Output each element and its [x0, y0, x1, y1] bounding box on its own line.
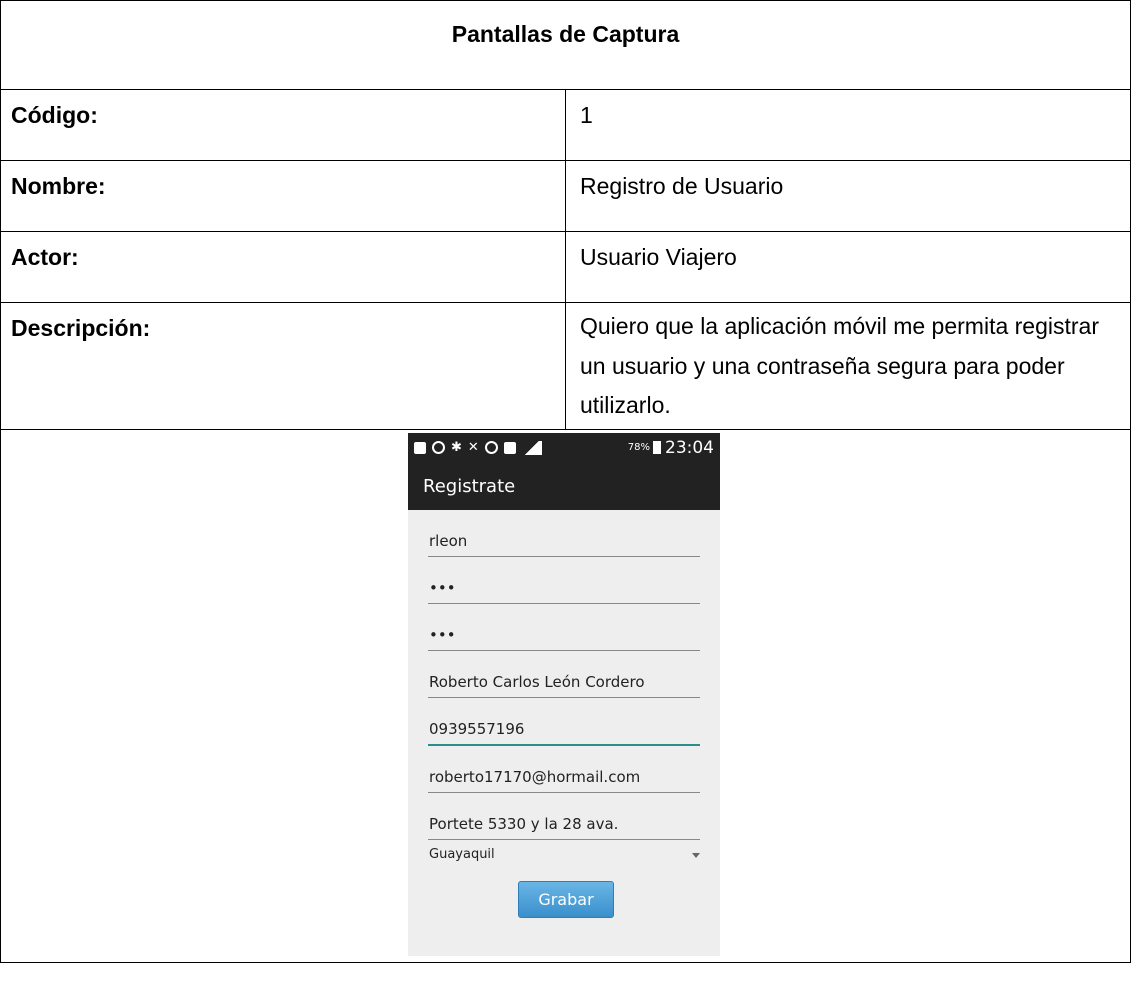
app-bar: Registrate — [408, 462, 720, 510]
register-form: rleon ••• ••• Roberto Carlos León Corder… — [408, 510, 720, 874]
actor-label: Actor: — [0, 231, 566, 303]
whatsapp-icon — [432, 441, 445, 454]
fullname-value: Roberto Carlos León Cordero — [429, 673, 645, 691]
actor-value: Usuario Viajero — [565, 231, 1131, 303]
address-field[interactable]: Portete 5330 y la 28 ava. — [428, 793, 700, 840]
confirm-password-value: ••• — [429, 626, 456, 644]
alarm-icon — [484, 441, 498, 454]
app-title: Registrate — [423, 475, 516, 497]
mute-icon: ✕ — [467, 440, 479, 455]
password-value: ••• — [429, 579, 456, 597]
battery-icon — [653, 441, 661, 454]
name-label: Nombre: — [0, 160, 566, 232]
fullname-field[interactable]: Roberto Carlos León Cordero — [428, 651, 700, 698]
code-value: 1 — [565, 89, 1131, 161]
email-value: roberto17170@hormail.com — [429, 768, 641, 786]
bluetooth-icon: ✱ — [451, 440, 462, 455]
dropdown-caret-icon — [692, 853, 700, 858]
signal-icon — [521, 440, 542, 455]
address-value: Portete 5330 y la 28 ava. — [429, 815, 619, 833]
city-select[interactable]: Guayaquil — [428, 840, 700, 874]
phone-field[interactable]: 0939557196 — [428, 698, 700, 746]
save-button[interactable]: Grabar — [518, 881, 614, 918]
city-select-value: Guayaquil — [429, 847, 495, 862]
status-icons: ✱ ✕ — [414, 440, 628, 455]
password-field[interactable]: ••• — [428, 557, 700, 604]
status-time: 23:04 — [665, 437, 714, 458]
email-field[interactable]: roberto17170@hormail.com — [428, 746, 700, 793]
description-value: Quiero que la aplicación móvil me permit… — [565, 302, 1131, 430]
confirm-password-field[interactable]: ••• — [428, 604, 700, 651]
name-value: Registro de Usuario — [565, 160, 1131, 232]
username-value: rleon — [429, 532, 468, 550]
status-bar: ✱ ✕ 78% 23:04 — [408, 433, 720, 462]
battery-percent: 78% — [627, 442, 650, 453]
sim-icon — [503, 441, 516, 454]
screenshot-cell: ✱ ✕ 78% 23:04 Registrate rleon ••• ••• R… — [0, 429, 1131, 963]
table-title: Pantallas de Captura — [451, 21, 680, 47]
phone-screenshot: ✱ ✕ 78% 23:04 Registrate rleon ••• ••• R… — [408, 433, 720, 956]
username-field[interactable]: rleon — [428, 510, 700, 557]
table-title-cell: Pantallas de Captura — [0, 0, 1131, 90]
phone-value: 0939557196 — [429, 720, 525, 738]
description-label: Descripción: — [0, 302, 566, 430]
notification-icon — [414, 441, 426, 454]
capture-screen-table: Pantallas de Captura Código: 1 Nombre: R… — [0, 0, 1131, 963]
code-label: Código: — [0, 89, 566, 161]
